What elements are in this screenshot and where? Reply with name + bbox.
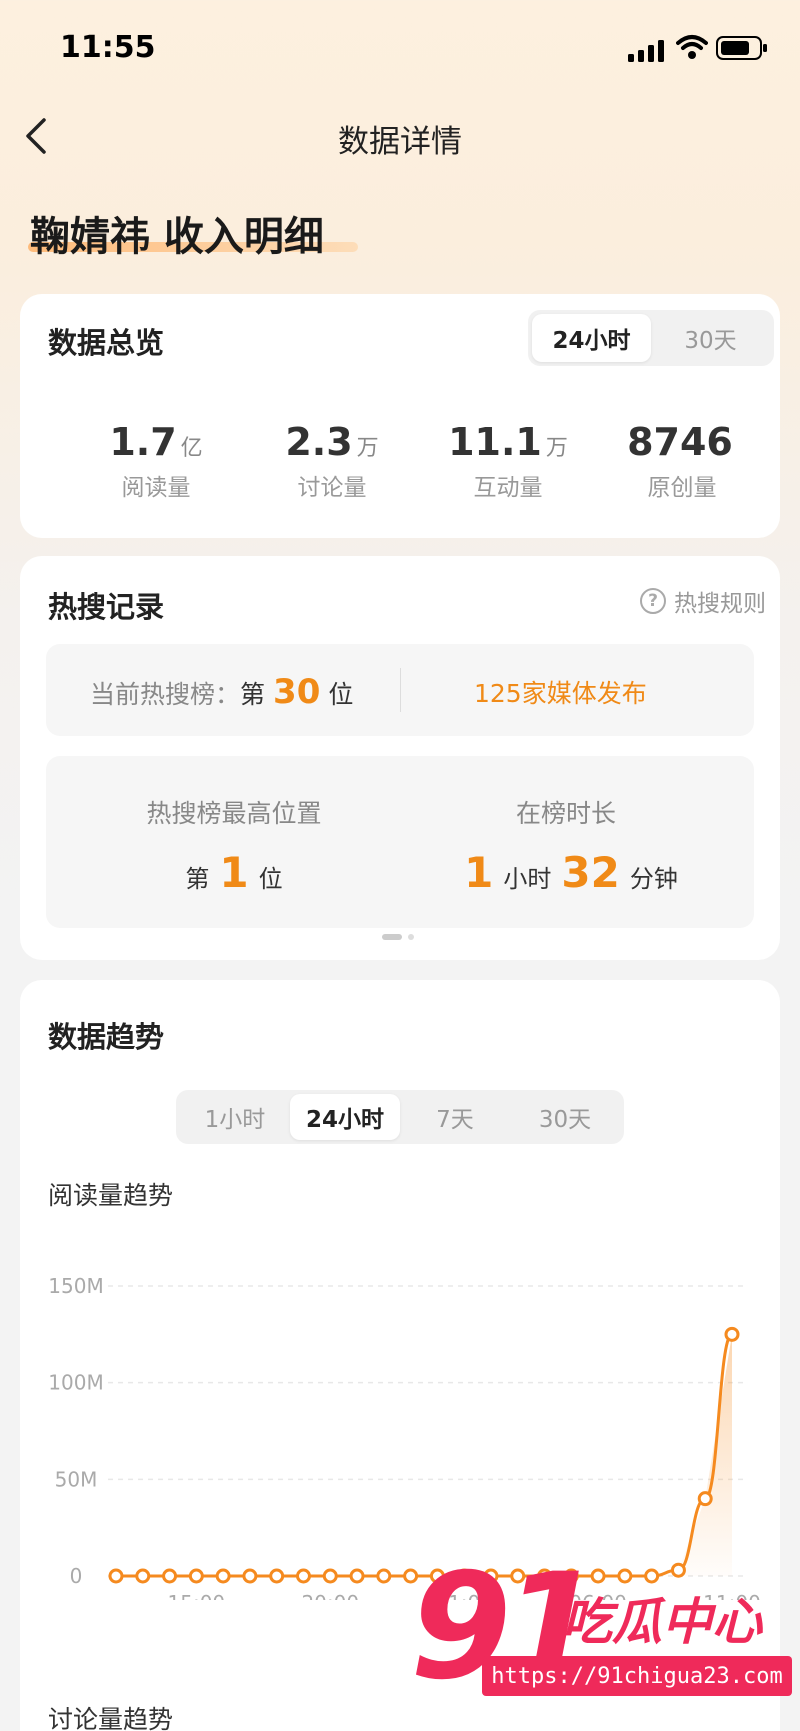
divider: [400, 668, 401, 712]
data-point: [349, 1568, 365, 1584]
metric-value: 2.3: [285, 420, 353, 464]
media-count-link[interactable]: 125家媒体发布: [474, 674, 647, 710]
hot-search-card: 热搜记录 ? 热搜规则 当前热搜榜：第 30 位 125家媒体发布 热搜榜最高位置 …: [20, 556, 780, 960]
metric-read: 1.7 亿 阅读量: [76, 420, 236, 502]
duration-hours: 1: [464, 848, 494, 897]
current-rank-value: 30: [273, 672, 321, 712]
y-tick-label: 100M: [48, 1371, 103, 1395]
rank-word-pre: 第: [185, 865, 210, 893]
data-point: [322, 1568, 338, 1584]
minutes-unit: 分钟: [629, 865, 678, 893]
x-tick-label: 20:00: [301, 1591, 359, 1600]
status-time: 11:55: [60, 30, 156, 65]
metric-label: 互动量: [473, 475, 543, 501]
hot-search-rule-label: 热搜规则: [674, 591, 766, 617]
pager-dot: [408, 934, 414, 940]
metric-value: 11.1: [448, 420, 542, 464]
hot-search-title: 热搜记录: [48, 590, 165, 624]
metric-value: 8746: [627, 420, 733, 464]
duration-title: 在榜时长: [515, 799, 616, 828]
metric-value: 1.7: [109, 420, 177, 464]
peak-rank-title: 热搜榜最高位置: [146, 799, 322, 828]
x-tick-label: 15:00: [168, 1591, 226, 1600]
peak-rank: 第1位: [94, 848, 374, 897]
metric-label: 原创量: [647, 475, 717, 501]
pager-dot-active: [382, 934, 402, 940]
metric-unit: 亿: [180, 436, 203, 461]
y-tick-label: 0: [70, 1564, 83, 1588]
help-icon: ?: [640, 588, 666, 614]
metric-interact: 11.1 万 互动量: [428, 420, 588, 502]
metric-unit: 万: [545, 436, 568, 461]
rank-word-post: 位: [328, 680, 354, 709]
peak-rank-value: 1: [219, 848, 249, 897]
page-heading: 鞠婧祎 收入明细: [30, 214, 324, 260]
current-rank-prefix: 当前热搜榜：: [90, 680, 241, 709]
data-point: [215, 1568, 231, 1584]
y-tick-label: 50M: [55, 1467, 98, 1491]
tab-30d[interactable]: 30天: [651, 314, 770, 362]
data-point: [724, 1326, 740, 1342]
wifi-icon: [676, 35, 708, 59]
data-point: [108, 1568, 124, 1584]
watermark-logo: 91 吃瓜中心 https://91chigua23.com: [400, 1542, 800, 1726]
signal-icon: [628, 40, 664, 62]
peak-stats-row: 热搜榜最高位置 第1位 在榜时长 1 小时 32 分钟: [46, 756, 754, 928]
read-trend-chart: 050M100M150M15:0020:0001:0006:0011:00: [48, 1274, 761, 1600]
data-point: [269, 1568, 285, 1584]
data-point: [376, 1568, 392, 1584]
metric-unit: 万: [356, 436, 379, 461]
nav-title: 数据详情: [338, 124, 462, 160]
data-point: [162, 1568, 178, 1584]
overview-title: 数据总览: [48, 326, 165, 360]
hot-search-rule-link[interactable]: ? 热搜规则: [640, 584, 766, 618]
status-bar: 11:55: [0, 0, 800, 96]
current-rank: 当前热搜榜：第 30 位: [90, 672, 353, 712]
overview-card: 数据总览 24小时 30天 1.7 亿 阅读量 2.3 万 讨论量 11.1 万 互动…: [20, 294, 780, 538]
area-fill: [116, 1334, 732, 1576]
series-line: [115, 1332, 734, 1578]
y-tick-label: 150M: [48, 1274, 103, 1298]
data-point: [188, 1568, 204, 1584]
rank-word-post: 位: [258, 865, 283, 893]
battery-icon: [716, 36, 767, 60]
data-point: [242, 1568, 258, 1584]
metric-discuss: 2.3 万 讨论量: [252, 420, 412, 502]
discuss-trend-label: 讨论量趋势: [48, 1705, 174, 1731]
data-point: [295, 1568, 311, 1584]
duration: 1 小时 32 分钟: [426, 848, 706, 897]
metric-label: 讨论量: [297, 475, 367, 501]
data-point: [135, 1568, 151, 1584]
metric-original: 8746 原创量: [602, 420, 762, 502]
rank-word-pre: 第: [240, 680, 266, 709]
metric-label: 阅读量: [121, 475, 191, 501]
hours-unit: 小时: [503, 865, 552, 893]
current-rank-row: 当前热搜榜：第 30 位 125家媒体发布: [46, 644, 754, 736]
duration-minutes: 32: [561, 848, 620, 897]
overview-range-toggle: 24小时 30天: [528, 310, 774, 366]
watermark-text: 吃瓜中心: [562, 1593, 762, 1651]
tab-24h[interactable]: 24小时: [532, 314, 651, 362]
nav-bar: 数据详情: [0, 96, 800, 176]
watermark-url: https://91chigua23.com: [482, 1656, 792, 1696]
data-point: [697, 1491, 713, 1507]
pager-dots: [382, 934, 414, 940]
